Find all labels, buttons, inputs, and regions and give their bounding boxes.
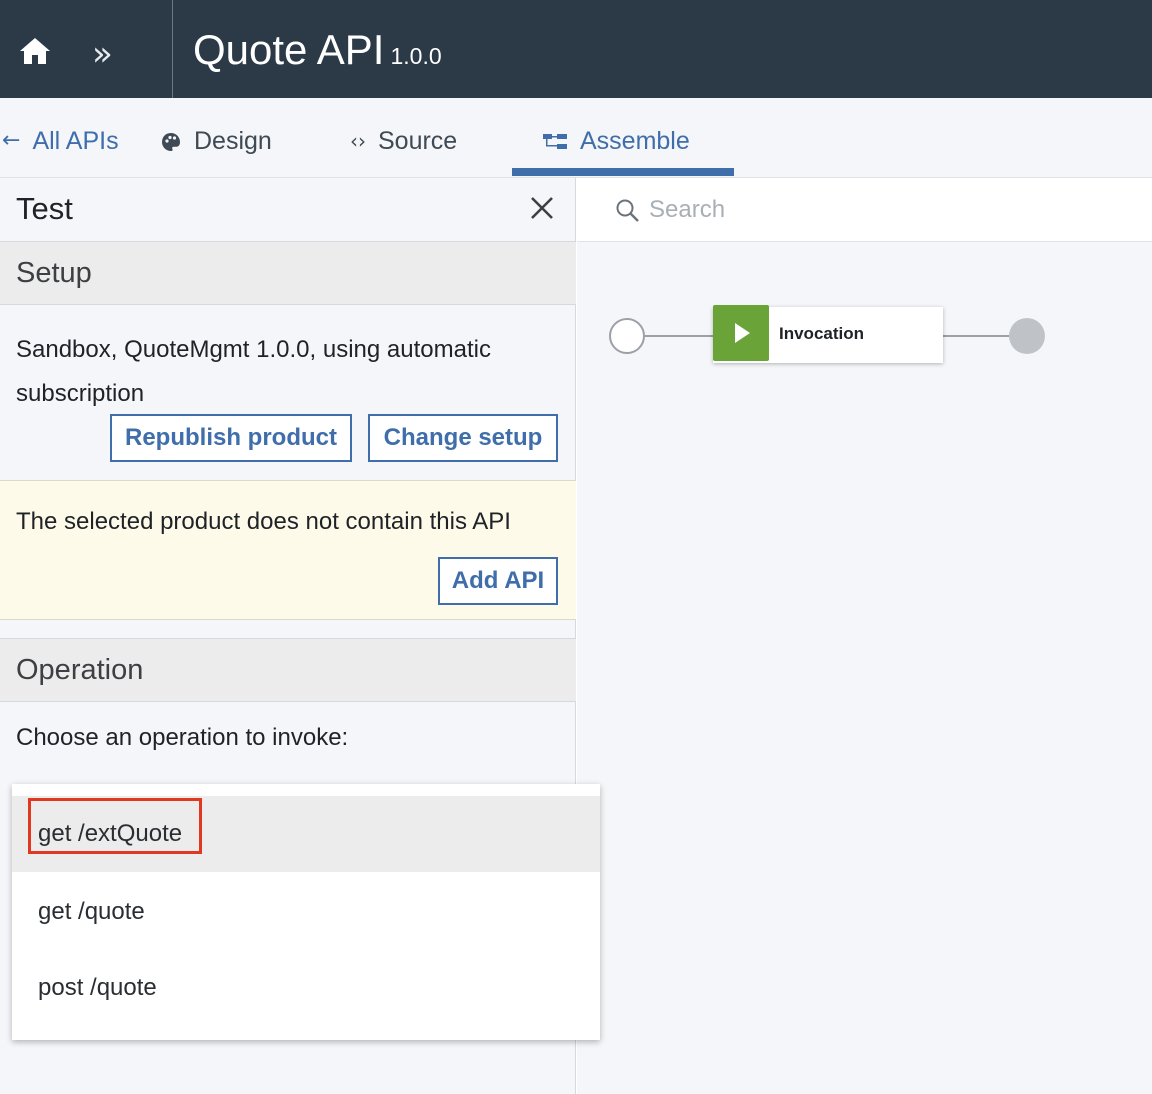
assembly-canvas: Invocation [577, 178, 1152, 1094]
operation-prompt: Choose an operation to invoke: [16, 724, 349, 751]
tab-assemble[interactable]: Assemble [512, 124, 734, 174]
tab-assemble-label: Assemble [580, 127, 690, 155]
invocation-policy[interactable]: Invocation [713, 305, 943, 363]
flow-start-node [609, 318, 645, 354]
flow-connector [645, 335, 715, 337]
flow-connector [943, 335, 1011, 337]
setup-description: Sandbox, QuoteMgmt 1.0.0, using automati… [16, 336, 491, 407]
active-tab-indicator [512, 168, 734, 176]
republish-product-button[interactable]: Republish product [110, 414, 352, 462]
warning-message: The selected product does not contain th… [16, 508, 511, 535]
tab-design-label: Design [194, 127, 272, 155]
tab-bar: ← All APIs Design ‹› Source Assemble [0, 98, 1152, 178]
tab-source[interactable]: ‹› Source [350, 124, 457, 174]
operation-option-post-quote[interactable]: post /quote [12, 950, 600, 1026]
flow-end-node [1009, 318, 1045, 354]
operation-option-get-extquote[interactable]: get /extQuote [12, 796, 600, 872]
invocation-policy-label: Invocation [779, 324, 865, 343]
double-chevron-right-icon[interactable]: » [92, 36, 132, 76]
assemble-icon [542, 124, 568, 163]
setup-heading: Setup [16, 257, 92, 289]
test-panel-title: Test [16, 191, 73, 226]
tab-all-apis-label: All APIs [32, 127, 119, 155]
header-divider [172, 0, 173, 98]
operation-option-label: post /quote [38, 974, 157, 1001]
home-icon[interactable] [14, 30, 56, 72]
palette-icon [160, 124, 182, 164]
api-version: 1.0.0 [390, 43, 442, 69]
change-setup-button[interactable]: Change setup [368, 414, 558, 462]
api-title-text: Quote API [193, 26, 385, 73]
api-title: Quote API 1.0.0 [193, 26, 442, 80]
play-icon [713, 305, 769, 361]
policy-search-bar [577, 178, 1152, 242]
operation-option-label: get /quote [38, 898, 145, 925]
search-input[interactable] [649, 192, 1129, 228]
tab-source-label: Source [378, 127, 458, 155]
close-icon[interactable] [528, 194, 558, 224]
operation-section-header: Operation [0, 638, 576, 702]
add-api-button[interactable]: Add API [438, 557, 558, 605]
warning-notice: The selected product does not contain th… [0, 480, 576, 620]
code-icon: ‹› [350, 129, 366, 153]
tab-all-apis[interactable]: ← All APIs [2, 124, 119, 174]
operation-heading: Operation [16, 654, 144, 686]
tab-design[interactable]: Design [160, 124, 272, 174]
setup-section-header: Setup [0, 241, 576, 305]
operation-dropdown: get /extQuote get /quote post /quote [12, 784, 600, 1040]
app-header: » Quote API 1.0.0 [0, 0, 1152, 98]
arrow-left-icon: ← [2, 128, 21, 153]
operation-option-label: get /extQuote [38, 820, 183, 847]
search-icon [615, 198, 641, 224]
operation-option-get-quote[interactable]: get /quote [12, 874, 600, 950]
